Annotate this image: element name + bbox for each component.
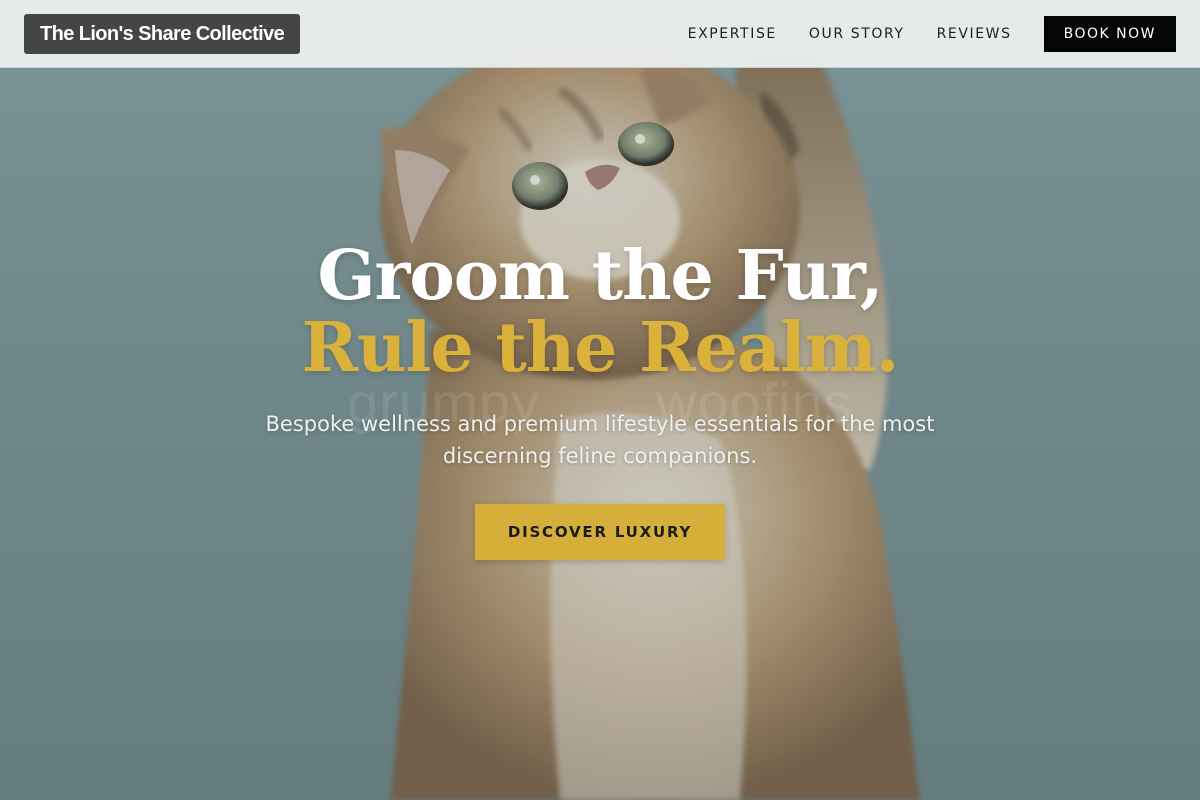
discover-luxury-button[interactable]: DISCOVER LUXURY bbox=[475, 504, 725, 560]
hero-title-line-2: Rule the Realm. bbox=[301, 308, 900, 388]
brand-logo[interactable]: The Lion's Share Collective bbox=[24, 14, 301, 54]
hero-subtitle: Bespoke wellness and premium lifestyle e… bbox=[265, 412, 935, 468]
nav-link-our-story[interactable]: OUR STORY bbox=[809, 26, 905, 42]
nav-link-reviews[interactable]: REVIEWS bbox=[937, 26, 1012, 42]
hero-title-line-1: Groom the Fur, bbox=[317, 236, 883, 316]
nav-link-expertise[interactable]: EXPERTISE bbox=[688, 26, 777, 42]
site-header: The Lion's Share Collective EXPERTISE OU… bbox=[0, 0, 1200, 68]
book-now-button[interactable]: BOOK NOW bbox=[1043, 16, 1176, 52]
main-nav: EXPERTISE OUR STORY REVIEWS BOOK NOW bbox=[688, 16, 1176, 52]
hero-content: Groom the Fur, Rule the Realm. Bespoke w… bbox=[0, 240, 1200, 560]
hero-title: Groom the Fur, Rule the Realm. bbox=[0, 240, 1200, 384]
